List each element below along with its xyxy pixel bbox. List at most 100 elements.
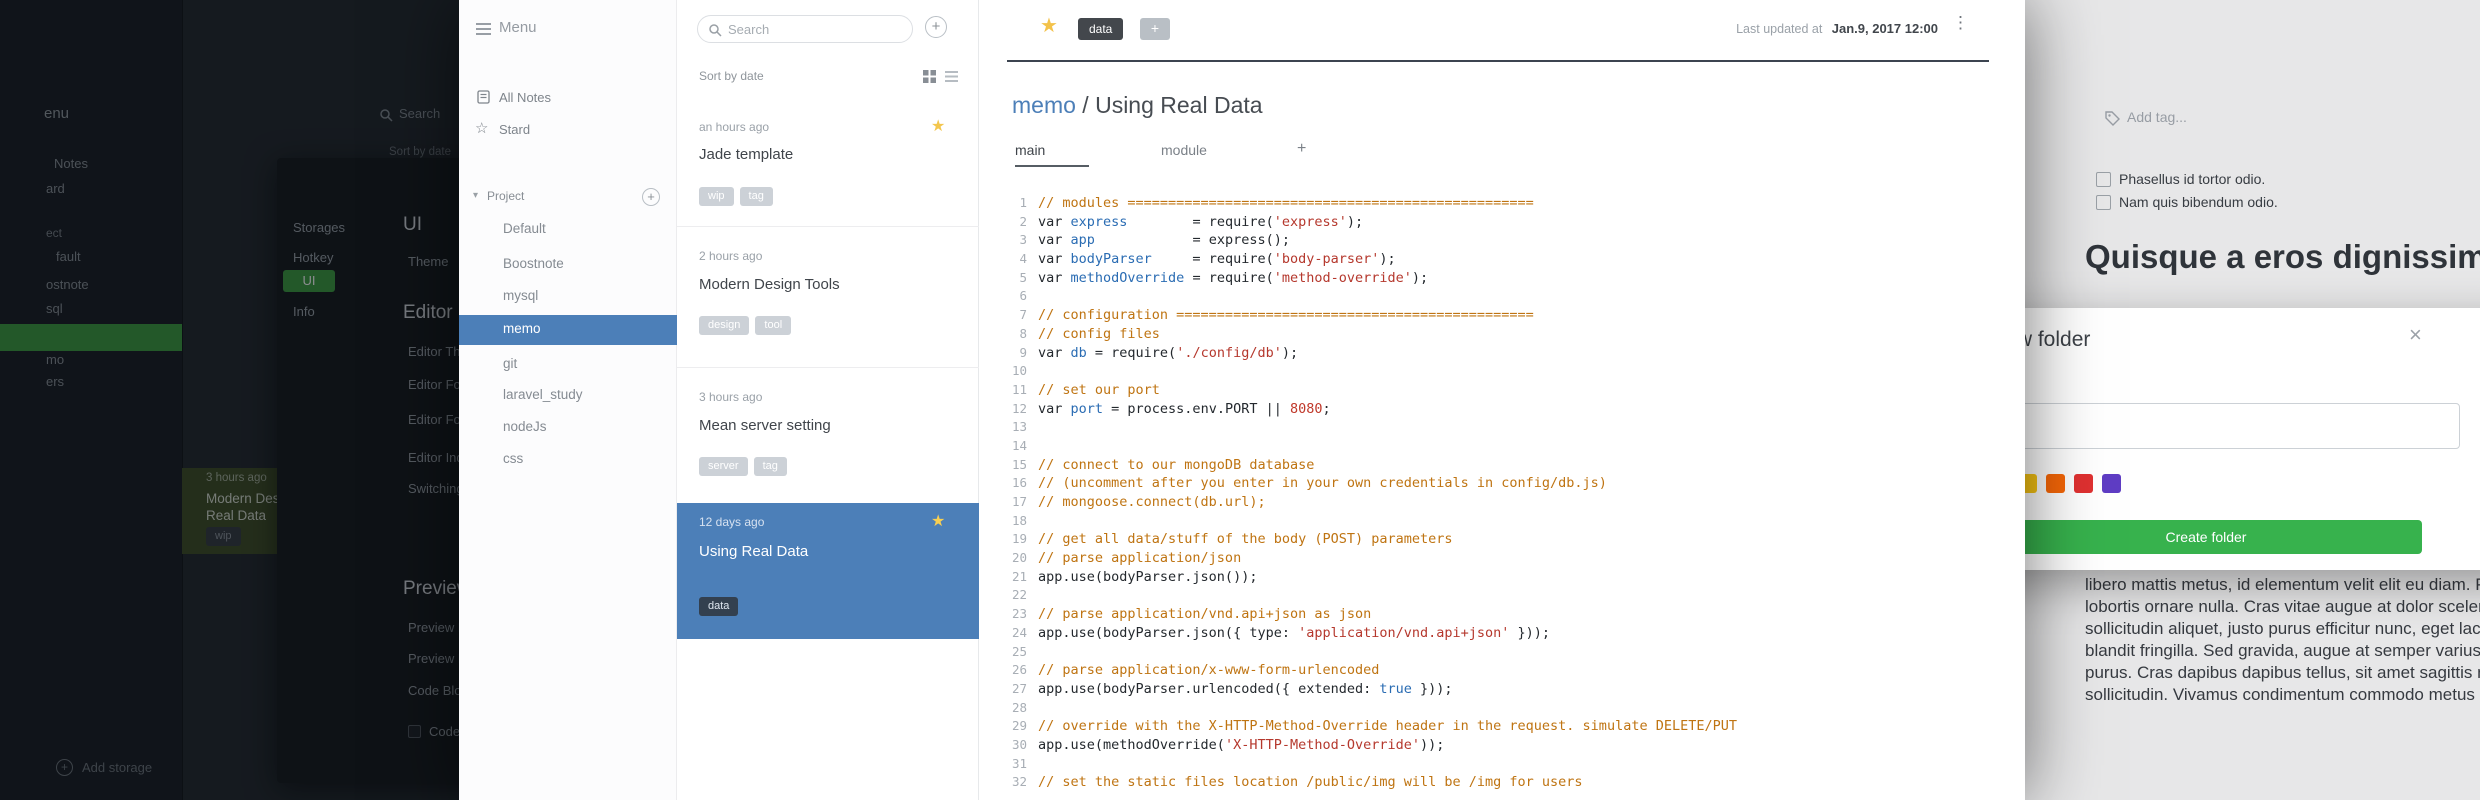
page-title: Using Real Data bbox=[1095, 92, 1263, 118]
note-title[interactable]: Jade template bbox=[699, 146, 793, 163]
code-line: 11// set our port bbox=[1011, 381, 1160, 398]
boostnote-window: Menu All Notes ☆ Stard ▾ Project + Defau… bbox=[459, 0, 2025, 800]
new-folder-dialog: New folder × Create folder bbox=[2025, 308, 2480, 570]
kebab-menu-icon[interactable]: ⋮ bbox=[1952, 13, 1969, 33]
add-folder-icon[interactable]: + bbox=[642, 188, 660, 206]
note-date: 3 hours ago bbox=[699, 390, 763, 404]
sidebar-folder-default[interactable]: Default bbox=[503, 221, 546, 236]
search-input[interactable] bbox=[728, 18, 904, 40]
new-tab-icon[interactable]: + bbox=[1297, 140, 1306, 158]
code-line: 21 app.use(bodyParser.json()); bbox=[1011, 568, 1258, 585]
tag-badge: data bbox=[699, 597, 739, 616]
chevron-down-icon[interactable]: ▾ bbox=[473, 190, 478, 201]
note-date: 12 days ago bbox=[699, 515, 765, 529]
code-line: 12 var port = process.env.PORT || 8080; bbox=[1011, 400, 1331, 417]
code-line: 5 var methodOverride = require('method-ov… bbox=[1019, 269, 1429, 286]
divider bbox=[677, 367, 979, 368]
star-toggle-icon[interactable]: ★ bbox=[1040, 13, 1058, 38]
code-line: 14 bbox=[1011, 437, 1027, 453]
tag-badge: tag bbox=[739, 187, 773, 206]
code-line: 27 app.use(bodyParser.urlencoded({ extend… bbox=[1011, 680, 1453, 697]
code-line: 25 bbox=[1011, 643, 1027, 659]
note-title[interactable]: Mean server setting bbox=[699, 417, 831, 434]
code-line: 7// configuration ======================… bbox=[1019, 307, 1534, 324]
sidebar-folder-memo-label[interactable]: memo bbox=[503, 321, 541, 336]
create-folder-button[interactable]: Create folder bbox=[2025, 520, 2422, 554]
note-date: an hours ago bbox=[699, 120, 770, 134]
breadcrumb-separator: / bbox=[1075, 92, 1096, 118]
star-outline-icon: ☆ bbox=[475, 120, 489, 137]
note-tags: wiptag bbox=[699, 186, 779, 206]
add-tag-icon[interactable]: + bbox=[1140, 18, 1170, 40]
code-line: 29// override with the X-HTTP-Method-Ove… bbox=[1011, 718, 1737, 735]
breadcrumb: memo / Using Real Data bbox=[1012, 92, 1263, 119]
last-updated-label: Last updated at bbox=[1736, 22, 1823, 36]
sidebar-folder-laravel-study[interactable]: laravel_study bbox=[503, 387, 583, 402]
sidebar-folder-git[interactable]: git bbox=[503, 356, 517, 371]
close-icon[interactable]: × bbox=[2409, 322, 2422, 348]
sidebar-item-starred[interactable]: Stard bbox=[499, 122, 530, 137]
background-window-light: Add tag... Phasellus id tortor odio. Nam… bbox=[2025, 0, 2480, 800]
sidebar-folder-css[interactable]: css bbox=[503, 451, 523, 466]
star-icon[interactable]: ★ bbox=[931, 116, 945, 136]
grid-view-icon[interactable] bbox=[923, 70, 936, 83]
code-line: 3 var app = express(); bbox=[1019, 232, 1290, 249]
color-swatch[interactable] bbox=[2046, 474, 2065, 493]
search-box bbox=[697, 15, 913, 43]
code-line: 1// modules ============================… bbox=[1019, 195, 1534, 211]
sidebar-folder-nodejs[interactable]: nodeJs bbox=[503, 419, 547, 434]
tag-badge: tag bbox=[753, 457, 787, 476]
code-line: 26// parse application/x-www-form-urlenc… bbox=[1011, 662, 1380, 679]
code-line: 17// mongoose.connect(db.url); bbox=[1011, 494, 1266, 510]
sidebar-folder-mysql[interactable]: mysql bbox=[503, 288, 538, 303]
star-icon[interactable]: ★ bbox=[931, 511, 945, 531]
tag-badge: tool bbox=[755, 316, 792, 335]
code-line: 28 bbox=[1011, 699, 1027, 715]
header-divider bbox=[1007, 60, 1989, 62]
code-line: 9 var db = require('./config/db'); bbox=[1019, 344, 1299, 361]
note-date: 2 hours ago bbox=[699, 249, 763, 263]
project-header[interactable]: Project bbox=[487, 189, 524, 203]
tab-module[interactable]: module bbox=[1161, 142, 1207, 158]
code-line: 23// parse application/vnd.api+json as j… bbox=[1011, 606, 1372, 623]
note-list: + Sort by date an hours ago ★ Jade templ… bbox=[677, 0, 979, 800]
breadcrumb-folder[interactable]: memo bbox=[1012, 92, 1076, 118]
code-line: 16// (uncomment after you enter in your … bbox=[1011, 475, 1607, 492]
note-title[interactable]: Modern Design Tools bbox=[699, 276, 840, 293]
tag-badge: server bbox=[699, 457, 748, 476]
code-line: 2 var express = require('express'); bbox=[1019, 213, 1364, 230]
code-line: 30 app.use(methodOverride('X-HTTP-Method-… bbox=[1011, 736, 1445, 753]
sidebar-item-all-notes[interactable]: All Notes bbox=[499, 90, 551, 105]
sort-select[interactable]: Sort by date bbox=[699, 69, 764, 83]
dim-overlay bbox=[0, 0, 459, 800]
color-swatch[interactable] bbox=[2102, 474, 2121, 493]
background-window-dark: enu Notes ard ect fault ostnote sql mo e… bbox=[0, 0, 459, 800]
color-swatch[interactable] bbox=[2074, 474, 2093, 493]
menu-icon[interactable] bbox=[476, 23, 491, 25]
dialog-title: New folder bbox=[2025, 328, 2091, 351]
sidebar-folder-memo-selected[interactable] bbox=[459, 315, 677, 345]
note-tags: server tag bbox=[699, 456, 793, 476]
menu-button[interactable]: Menu bbox=[499, 19, 537, 36]
code-line: 31 bbox=[1011, 755, 1027, 771]
code-line: 18 bbox=[1011, 512, 1027, 528]
screenshot-root: enu Notes ard ect fault ostnote sql mo e… bbox=[0, 0, 2480, 800]
tab-main-active[interactable]: main bbox=[1015, 142, 1090, 167]
search-icon bbox=[709, 24, 722, 37]
note-title[interactable]: Using Real Data bbox=[699, 543, 808, 560]
swatch-row bbox=[2025, 474, 2130, 498]
folder-name-input[interactable] bbox=[2025, 403, 2460, 449]
tag-badge: wip bbox=[699, 187, 734, 206]
new-note-icon[interactable]: + bbox=[925, 16, 947, 38]
note-tag-badge[interactable]: data bbox=[1078, 18, 1124, 40]
note-tags: data bbox=[699, 596, 744, 616]
list-view-icon[interactable] bbox=[945, 70, 958, 83]
code-line: 13 bbox=[1011, 419, 1027, 435]
color-swatch[interactable] bbox=[2025, 474, 2037, 493]
code-editor[interactable]: 1// modules ============================… bbox=[1001, 194, 1737, 792]
code-line: 15// connect to our mongoDB database bbox=[1011, 456, 1315, 473]
code-line: 4 var bodyParser = require('body-parser')… bbox=[1019, 251, 1396, 268]
code-line: 20// parse application/json bbox=[1011, 550, 1242, 567]
sidebar-folder-boostnote[interactable]: Boostnote bbox=[503, 256, 564, 271]
last-updated-value: Jan.9, 2017 12:00 bbox=[1831, 21, 1938, 36]
